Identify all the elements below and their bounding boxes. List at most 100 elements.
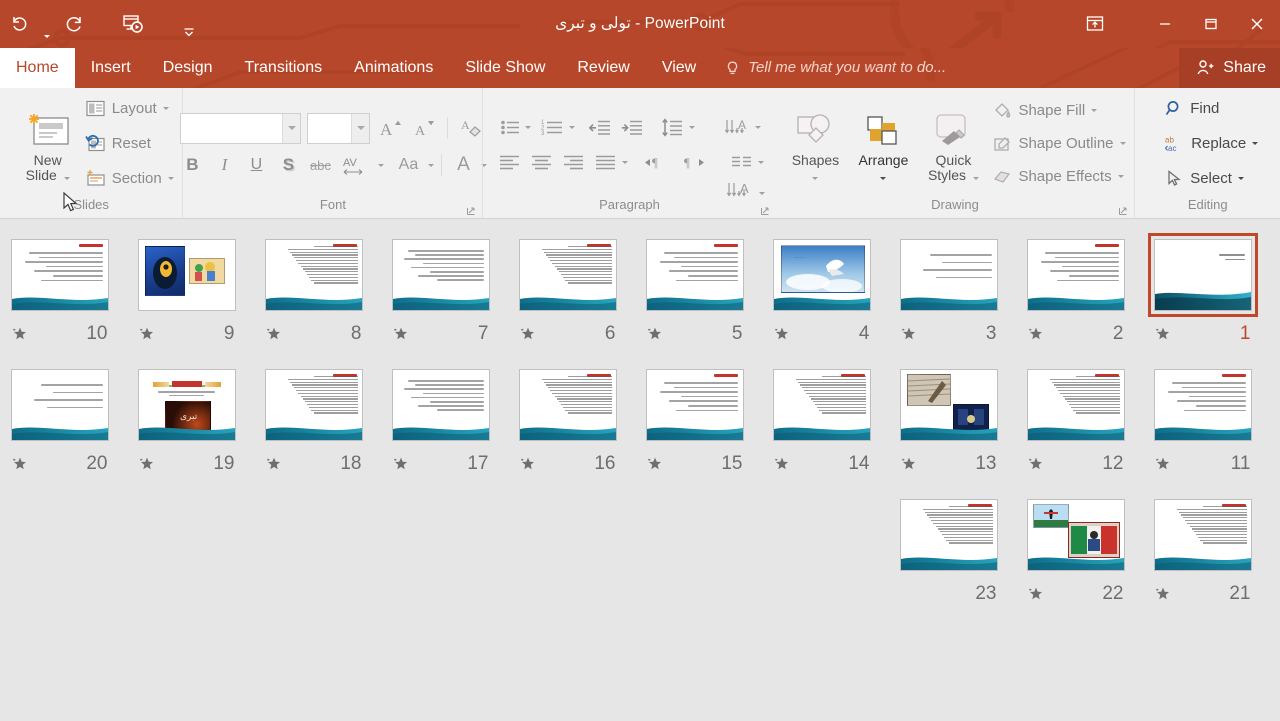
layout-button[interactable]: Layout <box>85 93 174 124</box>
slide-thumbnail-cell[interactable]: 21 <box>1139 479 1266 609</box>
ltr-icon[interactable]: ¶ <box>642 149 672 177</box>
slide-thumbnail-cell[interactable]: 15 <box>631 349 758 479</box>
slide-thumbnail-cell[interactable]: تبری 19 <box>123 349 250 479</box>
slide-preview[interactable] <box>10 369 109 441</box>
align-right-icon[interactable] <box>558 149 588 177</box>
chevron-down-icon[interactable] <box>689 126 696 129</box>
slide-preview[interactable] <box>1026 239 1125 311</box>
rtl-icon[interactable]: ¶ <box>680 149 710 177</box>
slide-preview[interactable] <box>645 369 744 441</box>
align-left-icon[interactable] <box>494 149 524 177</box>
shape-fill-button[interactable]: Shape Fill <box>992 95 1125 126</box>
slide-thumbnail-cell[interactable]: 1 <box>1139 219 1266 349</box>
drawing-dialog-launcher[interactable] <box>1119 206 1128 215</box>
increase-indent-icon[interactable] <box>617 114 647 142</box>
slide-thumbnail[interactable] <box>250 231 377 319</box>
slide-thumbnail[interactable] <box>1012 361 1139 449</box>
close-icon[interactable] <box>1234 4 1280 44</box>
slide-preview[interactable] <box>772 369 871 441</box>
ribbon-display-options-icon[interactable] <box>1072 4 1118 44</box>
find-button[interactable]: Find <box>1165 93 1258 124</box>
tell-me-search[interactable]: Tell me what you want to do... <box>712 48 946 88</box>
character-spacing-icon[interactable]: AV <box>338 151 374 179</box>
bold-icon[interactable]: B <box>178 151 206 179</box>
quick-styles-button[interactable]: Quick Styles <box>922 105 984 183</box>
chevron-down-icon[interactable] <box>880 176 887 180</box>
slide-preview[interactable] <box>10 239 109 311</box>
slide-thumbnail-cell[interactable]: 20 <box>0 349 123 479</box>
italic-icon[interactable]: I <box>210 151 238 179</box>
slide-preview[interactable] <box>1147 233 1258 317</box>
chevron-down-icon[interactable] <box>1091 109 1098 112</box>
tab-review[interactable]: Review <box>561 48 645 88</box>
slide-thumbnail-cell[interactable]: 18 <box>250 349 377 479</box>
slide-thumbnail-cell[interactable]: 9 <box>123 219 250 349</box>
increase-font-size-icon[interactable]: A <box>376 114 404 142</box>
replace-button[interactable]: ab ac Replace <box>1165 128 1259 159</box>
slide-thumbnail[interactable] <box>1139 231 1266 319</box>
strikethrough-icon[interactable]: abc <box>306 151 334 179</box>
slide-preview[interactable] <box>264 239 363 311</box>
text-shadow-icon[interactable]: S <box>274 151 302 179</box>
slide-preview[interactable]: تبری <box>137 369 236 441</box>
slide-thumbnail-cell[interactable]: 8 <box>250 219 377 349</box>
align-text-button[interactable]: A <box>726 180 782 206</box>
font-color-icon[interactable]: A <box>449 151 477 179</box>
decrease-indent-icon[interactable] <box>585 114 615 142</box>
slide-thumbnail-cell[interactable]: 10 <box>0 219 123 349</box>
slide-preview[interactable] <box>264 369 363 441</box>
slide-thumbnail[interactable] <box>504 361 631 449</box>
reset-button[interactable]: Reset <box>84 128 174 159</box>
underline-icon[interactable]: U <box>242 151 270 179</box>
chevron-down-icon[interactable] <box>1237 177 1244 180</box>
slide-thumbnail[interactable] <box>0 361 123 449</box>
change-case-icon[interactable]: Aa <box>392 151 424 179</box>
new-slide-button[interactable]: New Slide <box>15 105 81 183</box>
chevron-down-icon[interactable] <box>162 107 169 110</box>
slide-preview[interactable] <box>1153 499 1252 571</box>
font-dialog-launcher[interactable] <box>467 206 476 215</box>
slide-thumbnail[interactable] <box>631 361 758 449</box>
slide-thumbnail[interactable] <box>885 491 1012 579</box>
font-name-combobox[interactable] <box>180 112 302 144</box>
paragraph-dialog-launcher[interactable] <box>760 206 770 215</box>
chevron-down-icon[interactable] <box>351 113 370 143</box>
slide-preview[interactable] <box>518 369 617 441</box>
tab-slide-show[interactable]: Slide Show <box>449 48 561 88</box>
slide-thumbnail-cell[interactable]: 14 <box>758 349 885 479</box>
slide-preview[interactable] <box>899 369 998 441</box>
slide-thumbnail[interactable] <box>1139 361 1266 449</box>
numbering-icon[interactable]: 1 2 3 <box>537 114 567 142</box>
justify-icon[interactable] <box>590 149 620 177</box>
tab-design[interactable]: Design <box>147 48 229 88</box>
slide-thumbnail[interactable] <box>377 361 504 449</box>
slide-thumbnail[interactable] <box>377 231 504 319</box>
font-size-combobox[interactable] <box>307 112 371 144</box>
slide-thumbnail-cell[interactable]: 22 <box>1012 479 1139 609</box>
slide-thumbnail-cell[interactable]: 23 <box>885 479 1012 609</box>
chevron-down-icon[interactable] <box>1119 142 1126 145</box>
slide-sorter-pane[interactable]: 10 9 8 7 6 5......... 4 3 2 1 20 تبری 19 18 17 16 15 14 1… <box>0 219 1280 721</box>
chevron-down-icon[interactable] <box>758 161 765 164</box>
slide-thumbnail-cell[interactable]: 3 <box>885 219 1012 349</box>
slide-preview[interactable] <box>518 239 617 311</box>
restore-icon[interactable] <box>1188 4 1234 44</box>
chevron-down-icon[interactable] <box>755 126 762 129</box>
chevron-down-icon[interactable] <box>1252 142 1259 145</box>
tab-transitions[interactable]: Transitions <box>229 48 339 88</box>
select-button[interactable]: Select <box>1165 163 1258 194</box>
chevron-down-icon[interactable] <box>622 161 629 164</box>
slide-thumbnail-cell[interactable]: ......... 4 <box>758 219 885 349</box>
slide-preview[interactable] <box>645 239 744 311</box>
slide-thumbnail[interactable] <box>504 231 631 319</box>
slide-thumbnail-cell[interactable]: 7 <box>377 219 504 349</box>
chevron-down-icon[interactable] <box>569 126 576 129</box>
font-size-input[interactable] <box>308 113 352 143</box>
slide-thumbnail-cell[interactable]: 13 <box>885 349 1012 479</box>
chevron-down-icon[interactable] <box>972 176 979 180</box>
slide-preview[interactable] <box>137 239 236 311</box>
share-button[interactable]: Share <box>1179 48 1280 88</box>
slide-thumbnail[interactable] <box>885 231 1012 319</box>
slide-thumbnail-cell[interactable]: 2 <box>1012 219 1139 349</box>
bullets-icon[interactable] <box>497 114 523 142</box>
